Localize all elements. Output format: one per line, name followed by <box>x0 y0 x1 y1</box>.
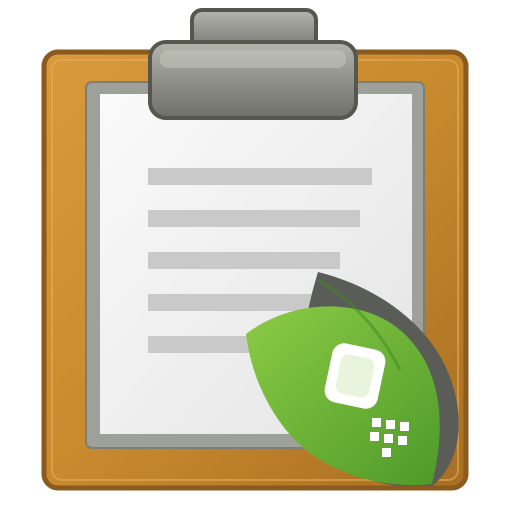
app-icon <box>0 0 512 512</box>
clipboard-phone-icon <box>41 8 469 491</box>
clipboard-clip <box>148 8 358 120</box>
